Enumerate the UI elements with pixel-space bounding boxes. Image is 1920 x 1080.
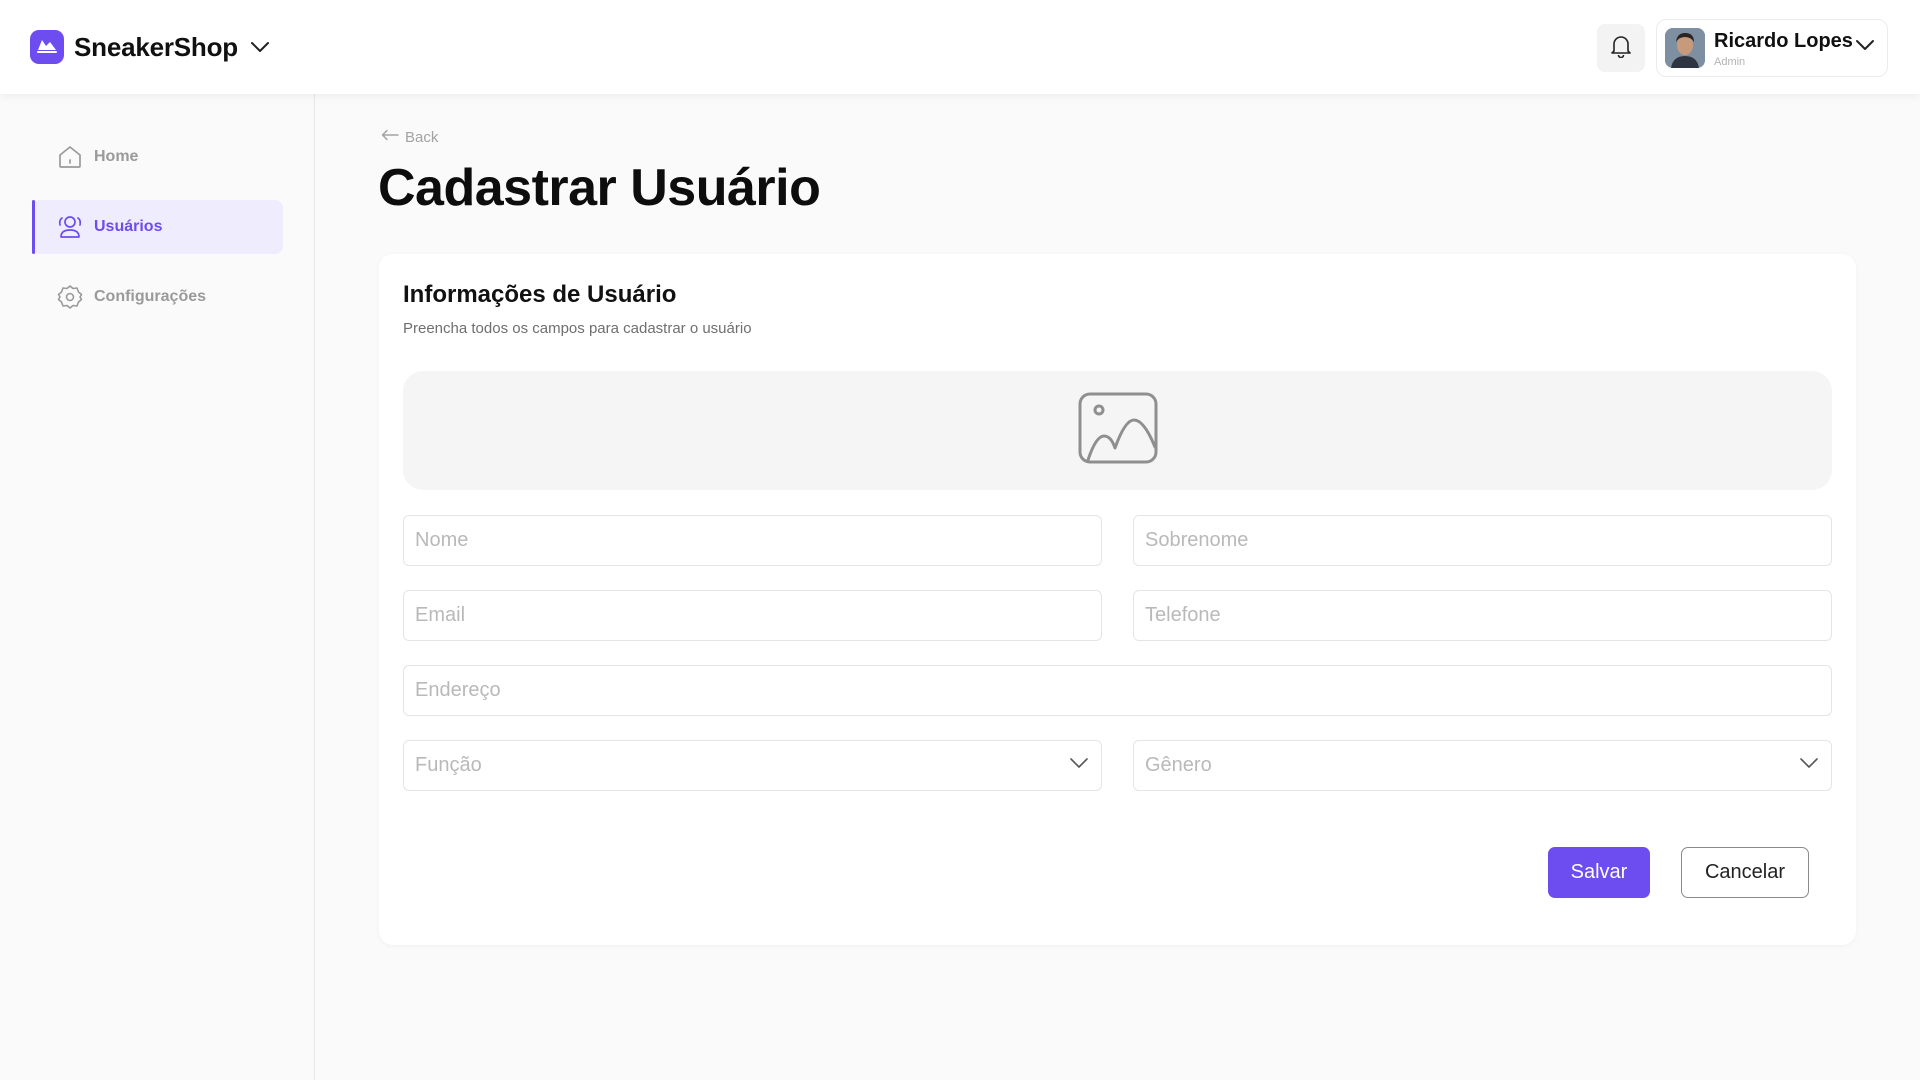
first-name-field[interactable] <box>403 515 1102 566</box>
first-name-input[interactable] <box>404 516 1101 565</box>
avatar <box>1665 28 1705 68</box>
role-select-placeholder: Função <box>415 754 482 776</box>
back-link[interactable]: Back <box>381 128 438 146</box>
sidebar-item-label: Home <box>94 148 139 165</box>
email-input[interactable] <box>404 591 1101 640</box>
cancel-button[interactable]: Cancelar <box>1681 847 1809 898</box>
user-name: Ricardo Lopes <box>1714 30 1853 52</box>
sidebar-item-label: Configurações <box>94 288 207 305</box>
notifications-button[interactable] <box>1597 24 1645 72</box>
home-icon <box>56 143 84 171</box>
users-icon <box>56 213 84 241</box>
email-field[interactable] <box>403 590 1102 641</box>
role-select[interactable]: Função <box>403 740 1102 791</box>
sneaker-logo-icon <box>30 30 64 64</box>
sidebar-item-home[interactable]: Home <box>32 130 283 184</box>
user-menu[interactable]: Ricardo Lopes Admin <box>1656 19 1888 77</box>
sidebar: Home Usuários Configurações <box>0 94 315 1080</box>
top-bar: SneakerShop Ricardo Lopes Admin <box>0 0 1920 94</box>
address-input[interactable] <box>404 666 1831 715</box>
gender-select-placeholder: Gênero <box>1145 754 1212 776</box>
address-field[interactable] <box>403 665 1832 716</box>
chevron-down-icon <box>1855 38 1875 56</box>
gear-icon <box>56 283 84 311</box>
card-title: Informações de Usuário <box>403 281 677 308</box>
arrow-left-icon <box>381 128 399 146</box>
chevron-down-icon <box>1069 756 1089 774</box>
chevron-down-icon <box>1799 756 1819 774</box>
card-subtitle: Preencha todos os campos para cadastrar … <box>403 320 752 337</box>
sidebar-item-configuracoes[interactable]: Configurações <box>32 270 283 324</box>
last-name-field[interactable] <box>1133 515 1832 566</box>
image-placeholder-icon <box>1078 392 1158 469</box>
back-label: Back <box>405 128 439 146</box>
sidebar-item-label: Usuários <box>94 218 163 235</box>
user-form-card: Informações de Usuário Preencha todos os… <box>379 254 1856 945</box>
save-button[interactable]: Salvar <box>1548 847 1650 898</box>
sidebar-item-usuarios[interactable]: Usuários <box>32 200 283 254</box>
user-role: Admin <box>1714 56 1746 68</box>
page-title: Cadastrar Usuário <box>378 159 821 217</box>
phone-input[interactable] <box>1134 591 1831 640</box>
chevron-down-icon <box>250 41 270 53</box>
last-name-input[interactable] <box>1134 516 1831 565</box>
brand-switcher[interactable]: SneakerShop <box>30 30 270 64</box>
image-upload-area[interactable] <box>403 371 1832 490</box>
phone-field[interactable] <box>1133 590 1832 641</box>
brand-name: SneakerShop <box>74 31 238 62</box>
gender-select[interactable]: Gênero <box>1133 740 1832 791</box>
bell-icon <box>1610 34 1632 63</box>
